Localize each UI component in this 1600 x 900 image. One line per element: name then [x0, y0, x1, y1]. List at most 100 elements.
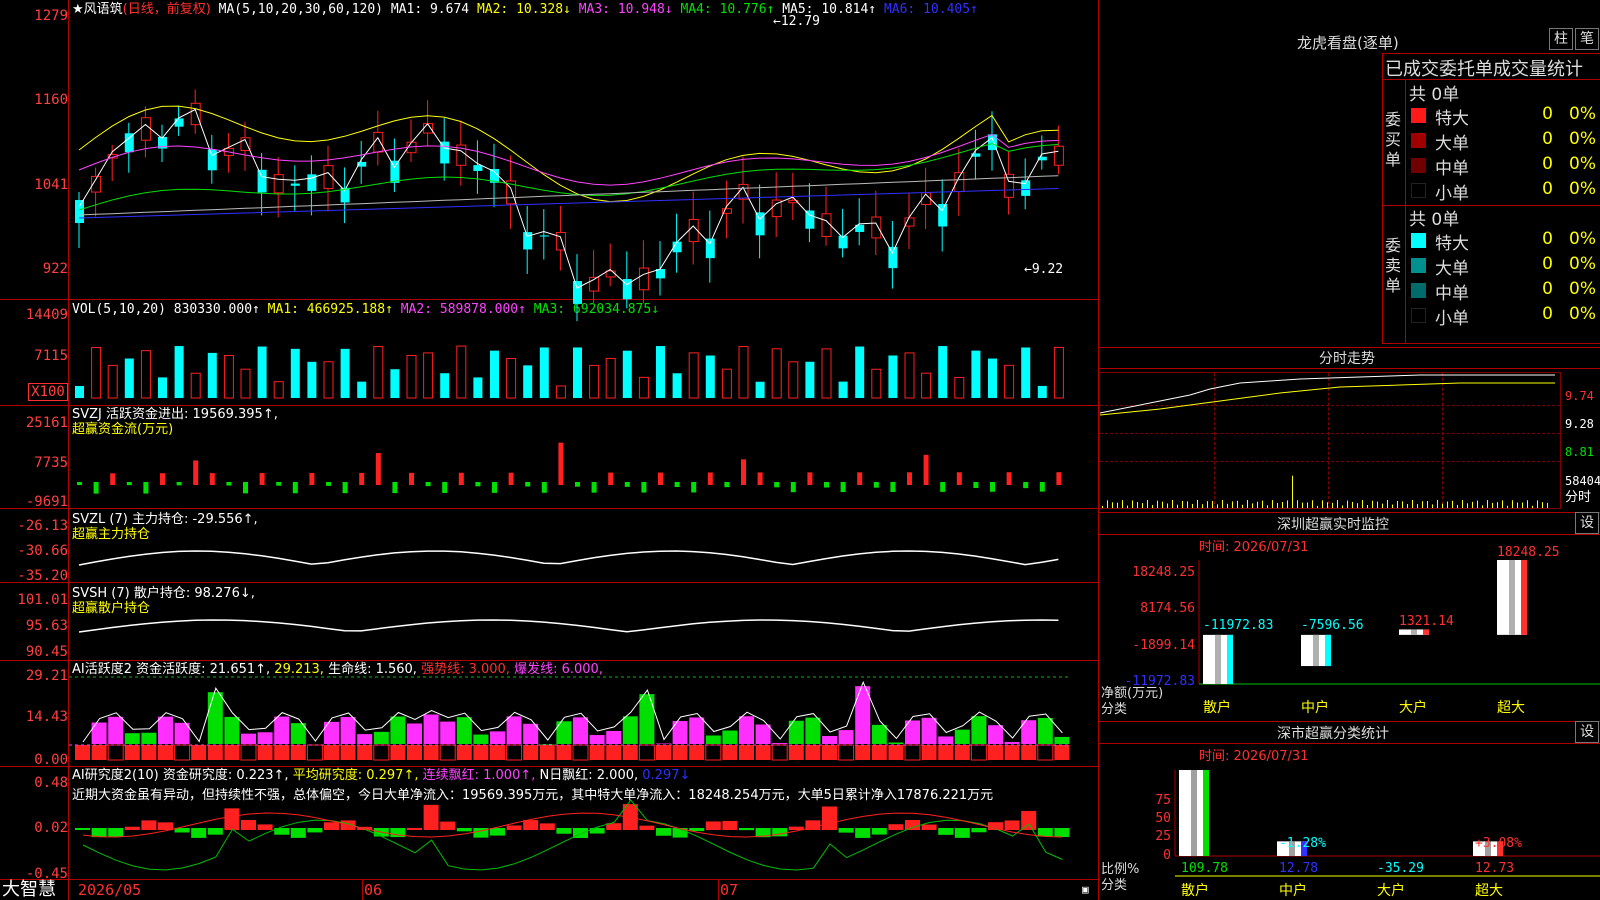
research-bar — [639, 825, 655, 830]
flow-bar — [757, 472, 763, 485]
volume-bar — [555, 385, 566, 399]
volume-bar — [788, 361, 799, 399]
volume-bar — [390, 369, 400, 398]
sz-bar-edge — [1521, 560, 1527, 635]
tick-mode-button[interactable]: 笔 — [1575, 28, 1599, 50]
candle-body — [523, 232, 533, 250]
bar-mode-button[interactable]: 柱 — [1549, 28, 1573, 50]
price-axis-label: 1279 — [34, 8, 68, 24]
intraday-volume-bar — [1282, 502, 1283, 508]
research-bar — [656, 828, 671, 836]
activity-base-bar — [257, 745, 273, 760]
intraday-volume-bar — [1382, 503, 1383, 508]
brand-logo: 大智慧 — [2, 879, 56, 900]
research-bar — [257, 824, 273, 830]
chart-area[interactable]: ★风语筑(日线，前复权) MA(5,10,20,30,60,120) MA1: … — [0, 0, 1099, 900]
volume-bar — [688, 352, 699, 399]
activity-bar — [772, 742, 788, 744]
intraday-volume-bar — [1272, 500, 1273, 508]
intraday-volume-bar — [1482, 505, 1483, 508]
intraday-volume-bar — [1462, 500, 1463, 508]
flow-bar — [857, 472, 863, 485]
flow-bar — [741, 459, 746, 485]
activity-bar — [91, 722, 107, 744]
flow-bar — [309, 472, 315, 485]
activity-base-bar — [340, 745, 356, 760]
intraday-volume-bar — [1167, 503, 1168, 508]
class-pct-label: +3.08% — [1475, 836, 1522, 851]
intraday-volume-bar — [1342, 505, 1343, 508]
intraday-volume-bar — [1407, 504, 1408, 508]
activity-base-bar — [473, 745, 489, 760]
activity-bar — [705, 735, 721, 744]
activity-bar — [954, 729, 970, 744]
activity-base-bar — [1054, 745, 1070, 760]
ma1-line — [78, 108, 1059, 289]
buy-row-swatch — [1411, 158, 1426, 173]
intraday-volume-bar — [1487, 500, 1488, 508]
research-bar — [307, 828, 323, 833]
flow-bar — [641, 482, 647, 493]
intraday-volume-bar — [1127, 505, 1128, 508]
flow-bar — [143, 482, 149, 494]
volume-bar — [904, 352, 915, 399]
activity-bar — [639, 694, 655, 744]
svzl-axis-label: -26.13 — [17, 518, 68, 534]
research-bar — [905, 820, 920, 830]
sz-xlabel: 分类 — [1101, 702, 1128, 717]
activity-bar — [871, 724, 887, 744]
flow-bar — [492, 482, 497, 493]
intraday-volume-bar — [1227, 503, 1228, 508]
activity-base-bar — [638, 744, 655, 761]
research-bar — [556, 828, 572, 834]
activity-base-bar — [274, 745, 290, 760]
activity-base-bar — [656, 745, 671, 760]
buy-row-name: 小单 — [1435, 184, 1469, 204]
activity-base-bar — [506, 744, 523, 761]
activity-base-bar — [1021, 745, 1037, 760]
research-bar — [1021, 810, 1037, 830]
volume-bar — [638, 376, 649, 399]
class-bar-highlight — [1191, 770, 1197, 856]
intraday-volume-bar — [1427, 501, 1428, 508]
volume-bar — [954, 376, 965, 399]
flow-bar — [840, 482, 846, 493]
divider — [1405, 79, 1406, 344]
sell-row-swatch — [1411, 308, 1426, 323]
activity-bar — [241, 733, 256, 744]
volume-bar — [888, 355, 898, 398]
research-bar — [191, 828, 207, 838]
intraday-volume-bar — [1542, 502, 1543, 508]
activity-base-bar — [456, 745, 472, 760]
activity-base-bar — [606, 745, 622, 760]
retail-position-line — [78, 619, 1059, 633]
activity-base-bar — [556, 745, 572, 760]
sell-row-count: 0 — [1542, 254, 1553, 274]
flow-bar — [425, 482, 431, 487]
research-bar — [141, 820, 157, 830]
sz-monitor-settings-button[interactable]: 设 — [1575, 512, 1599, 534]
intraday-chart[interactable] — [1099, 372, 1561, 509]
intraday-volume-bar — [1332, 502, 1333, 508]
buy-row-count: 0 — [1542, 104, 1553, 124]
intraday-volume-bar — [1217, 504, 1218, 508]
intraday-volume-bar — [1137, 501, 1138, 508]
intraday-volume-bar — [1162, 501, 1163, 508]
intraday-volume-bar — [1492, 502, 1493, 508]
flow-bar — [541, 482, 547, 493]
sell-orders-label: 委卖单 — [1385, 236, 1402, 295]
activity-bar — [490, 731, 505, 744]
intraday-volume-bar — [1267, 505, 1268, 508]
volume-bar — [456, 345, 467, 399]
buy-orders-label: 委买单 — [1385, 110, 1402, 169]
class-category-label: 大户 — [1377, 883, 1405, 899]
sz-class-title: 深市超赢分类统计 — [1277, 726, 1389, 742]
intraday-volume-bar — [1372, 500, 1373, 508]
candle-body — [821, 213, 832, 237]
flow-bar — [409, 472, 414, 485]
intraday-volume-bar — [1177, 504, 1178, 508]
sz-class-settings-button[interactable]: 设 — [1575, 721, 1599, 743]
activity-base-bar — [324, 745, 339, 760]
vol-unit-label[interactable]: X100 — [28, 383, 68, 401]
buy-row-pct: 0% — [1569, 154, 1596, 174]
